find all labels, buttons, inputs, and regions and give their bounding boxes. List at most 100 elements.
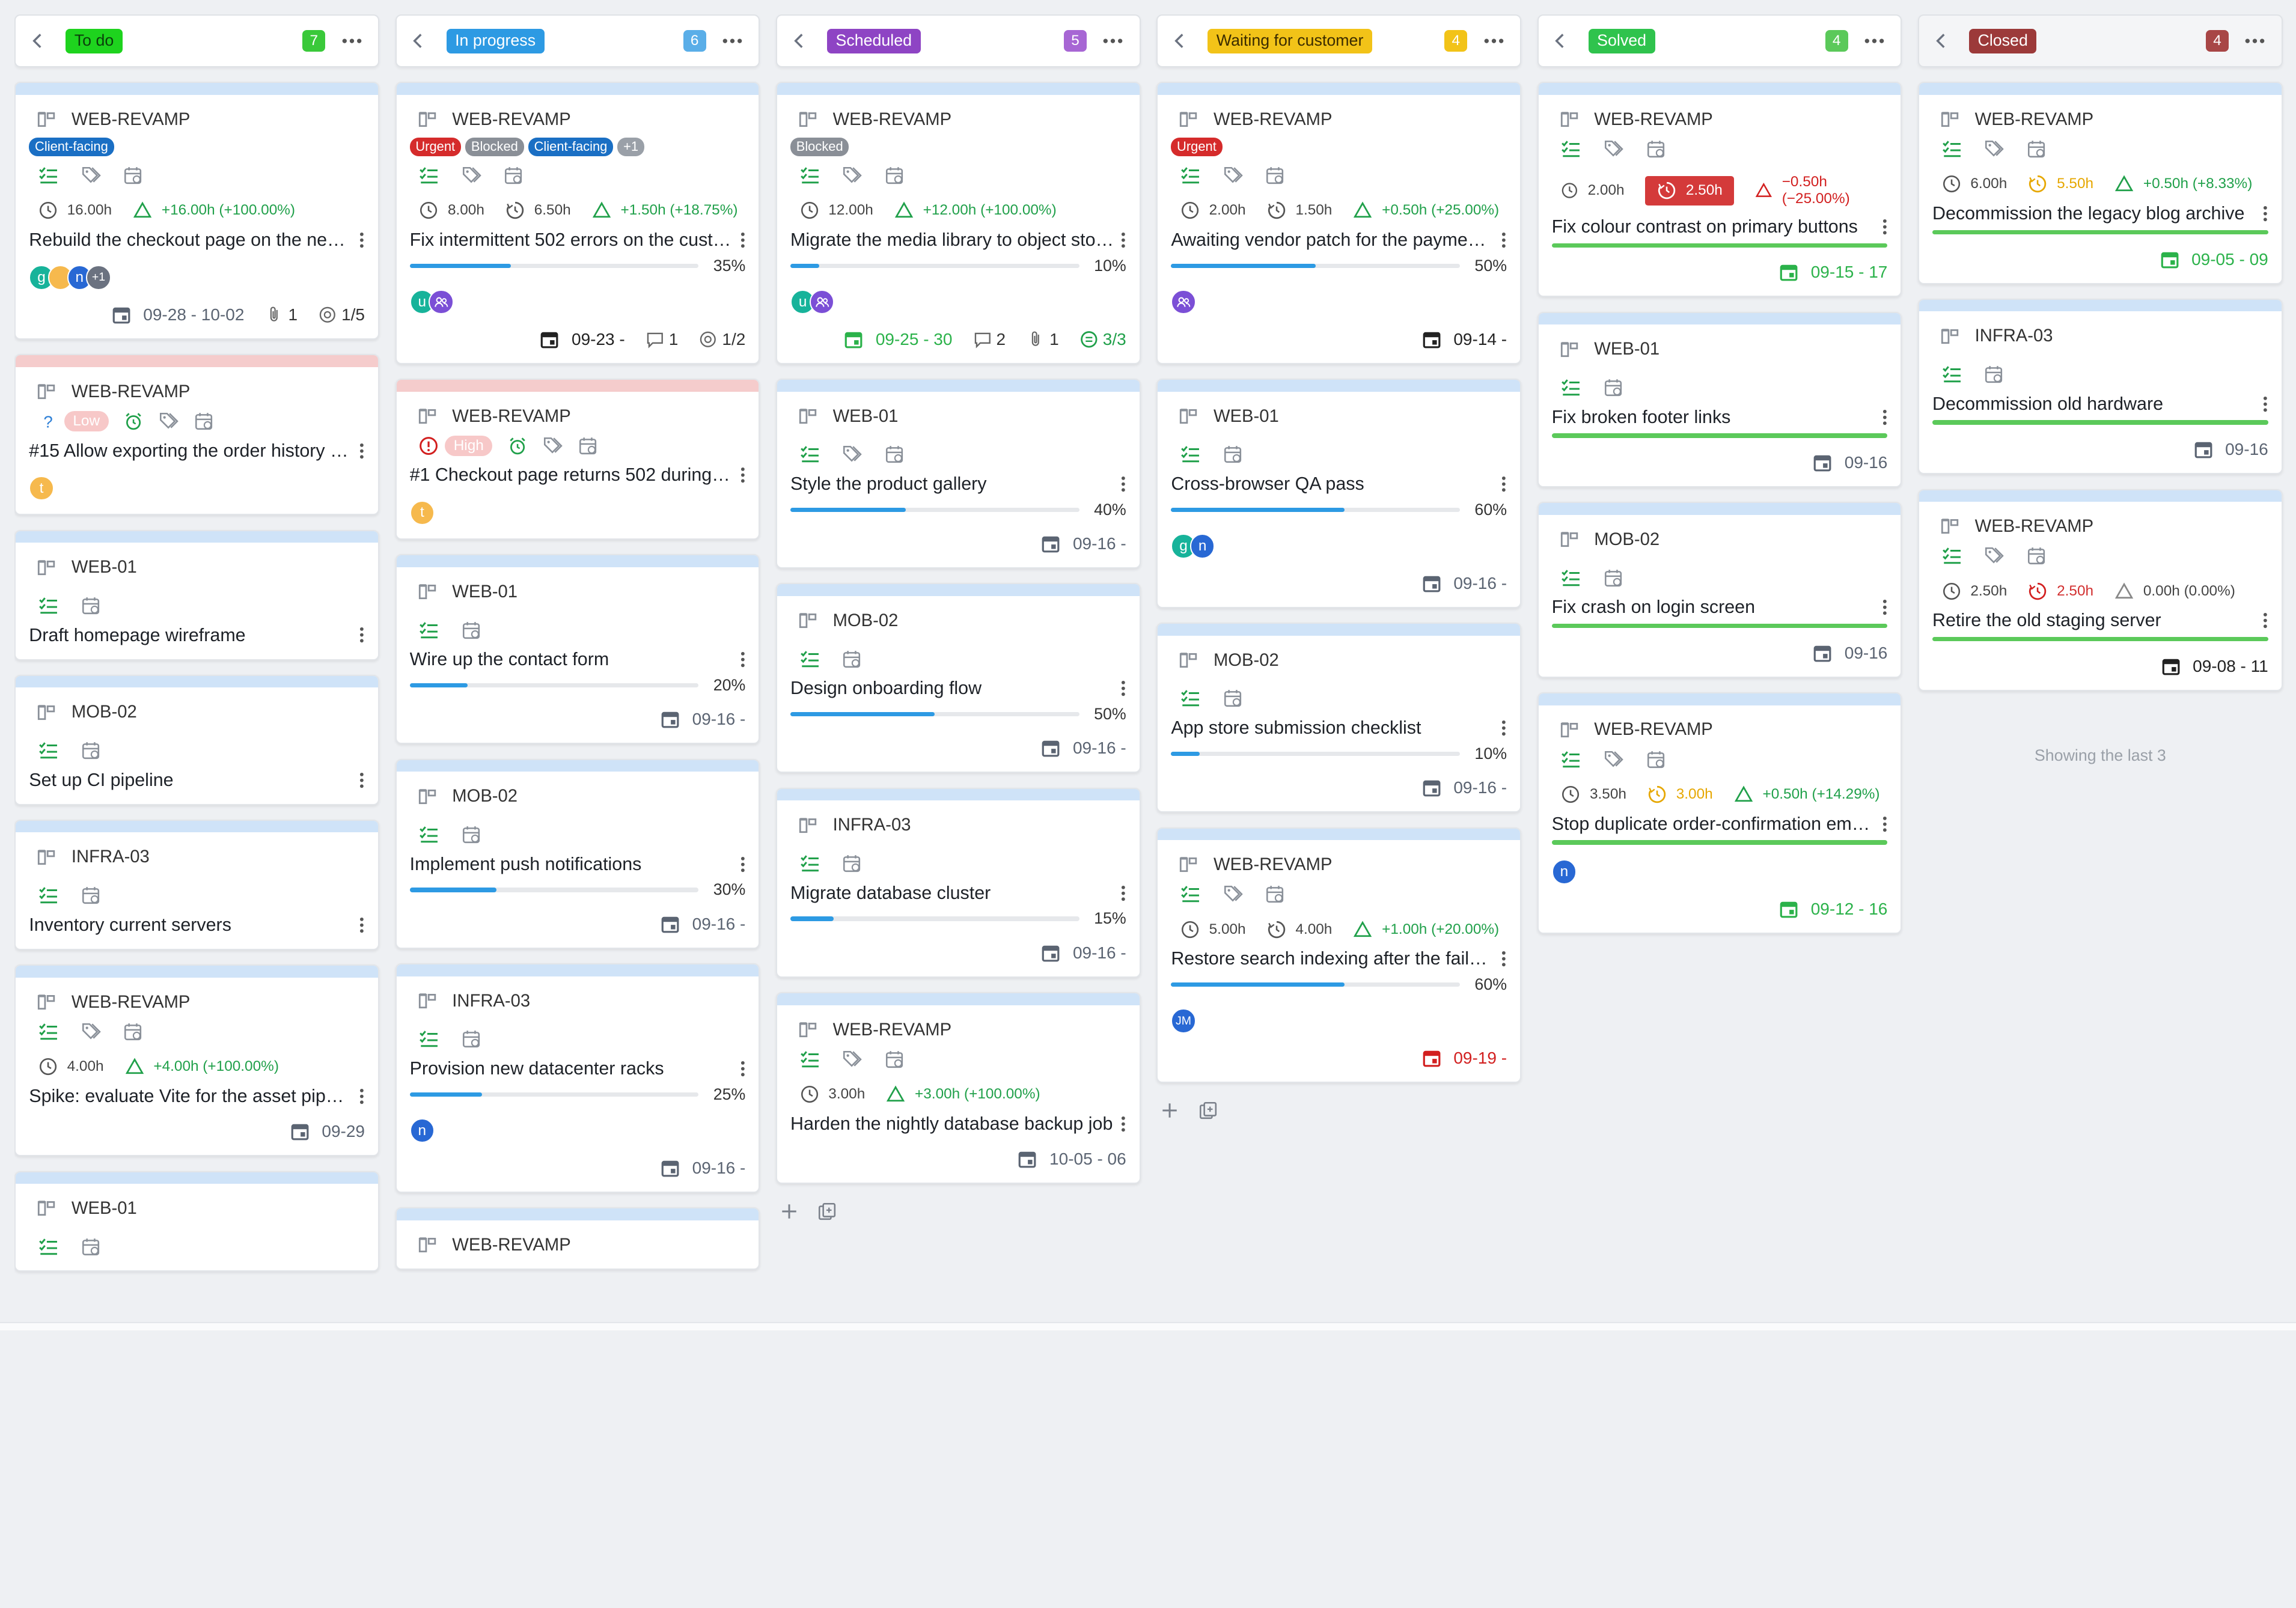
card-menu-icon[interactable] <box>1120 475 1126 493</box>
avatar[interactable]: JM <box>1171 1008 1196 1034</box>
tags-icon[interactable] <box>81 1022 101 1042</box>
tags-icon[interactable] <box>1223 884 1243 904</box>
card-title[interactable]: Rebuild the checkout page on the new des… <box>29 230 353 251</box>
checklist-icon[interactable] <box>1560 568 1581 588</box>
avatar[interactable] <box>809 290 835 315</box>
card-title[interactable]: Cross-browser QA pass <box>1171 474 1495 495</box>
avatar[interactable] <box>1171 290 1196 315</box>
schedule-icon[interactable] <box>1265 884 1285 904</box>
schedule-icon[interactable] <box>123 165 143 186</box>
column-menu-icon[interactable] <box>340 34 364 48</box>
card-title[interactable]: Draft homepage wireframe <box>29 625 353 646</box>
tags-icon[interactable] <box>158 411 179 431</box>
task-card[interactable]: WEB-REVAMP Client-facing 16.00h +16.00h (+1… <box>14 82 379 340</box>
card-title[interactable]: Provision new datacenter racks <box>410 1058 734 1079</box>
card-menu-icon[interactable] <box>1882 598 1888 616</box>
card-menu-icon[interactable] <box>1120 885 1126 902</box>
card-menu-icon[interactable] <box>740 466 746 484</box>
checklist-icon[interactable] <box>799 1049 820 1070</box>
card-menu-icon[interactable] <box>1120 680 1126 697</box>
checklist-icon[interactable] <box>1560 377 1581 398</box>
checklist-icon[interactable] <box>38 1022 58 1042</box>
card-title[interactable]: Implement push notifications <box>410 854 734 875</box>
task-card[interactable]: WEB-REVAMP 3.00h +3.00h (+100.00%) Harden t… <box>776 992 1141 1184</box>
card-menu-icon[interactable] <box>359 916 365 934</box>
schedule-icon[interactable] <box>1603 377 1623 398</box>
card-menu-icon[interactable] <box>1882 409 1888 426</box>
card-title[interactable]: Wire up the contact form <box>410 649 734 670</box>
schedule-icon[interactable] <box>1223 688 1243 708</box>
task-card[interactable]: WEB-REVAMP 2.00h 2.50h −0.50h (−25.00%) Fix … <box>1537 82 1902 297</box>
card-menu-icon[interactable] <box>2262 395 2268 413</box>
card-title[interactable]: Fix intermittent 502 errors on the custo… <box>410 230 734 251</box>
card-title[interactable]: Migrate database cluster <box>790 883 1114 904</box>
checklist-icon[interactable] <box>1560 139 1581 159</box>
collapse-chevron-icon[interactable] <box>1931 31 1952 51</box>
task-card[interactable]: WEB-REVAMP Urgent 2.00h 1.50h +0.50h (+25.00… <box>1156 82 1521 364</box>
tags-icon[interactable] <box>841 444 862 464</box>
column-menu-icon[interactable] <box>1863 34 1886 48</box>
checklist-icon[interactable] <box>1941 364 1962 385</box>
schedule-icon[interactable] <box>461 824 481 845</box>
checklist-icon[interactable] <box>1180 688 1200 708</box>
card-menu-icon[interactable] <box>740 651 746 668</box>
task-card[interactable]: WEB-01 <box>14 1171 379 1271</box>
task-card[interactable]: WEB-REVAMP High #1 Checkout page returns 5… <box>395 379 760 540</box>
card-title[interactable]: Decommission old hardware <box>1932 394 2256 415</box>
card-menu-icon[interactable] <box>1882 218 1888 236</box>
comments-count[interactable]: 2 <box>973 330 1006 349</box>
task-card[interactable]: MOB-02 Set up CI pipeline <box>14 674 379 805</box>
checklist-icon[interactable] <box>1941 546 1962 566</box>
schedule-icon[interactable] <box>578 436 598 456</box>
card-title[interactable]: Retire the old staging server <box>1932 610 2256 631</box>
attachments-count[interactable]: 1 <box>264 305 298 324</box>
tags-icon[interactable] <box>1223 165 1243 186</box>
card-title[interactable]: Fix broken footer links <box>1552 407 1876 428</box>
card-title[interactable]: Fix colour contrast on primary buttons <box>1552 216 1876 237</box>
column-menu-icon[interactable] <box>2243 34 2267 48</box>
checklist-icon[interactable] <box>1941 139 1962 159</box>
checklist-icon[interactable] <box>38 165 58 186</box>
tags-icon[interactable] <box>1603 139 1623 159</box>
task-card[interactable]: WEB-01 Draft homepage wireframe <box>14 529 379 660</box>
checklist-icon[interactable] <box>418 1029 439 1049</box>
card-title[interactable]: Style the product gallery <box>790 474 1114 495</box>
schedule-icon[interactable] <box>1983 364 2004 385</box>
schedule-icon[interactable] <box>81 1237 101 1257</box>
column-menu-icon[interactable] <box>1482 34 1506 48</box>
tags-icon[interactable] <box>461 165 481 186</box>
task-card[interactable]: INFRA-03 Decommission old hardware 09-16 <box>1918 298 2283 475</box>
card-menu-icon[interactable] <box>1501 719 1507 737</box>
card-menu-icon[interactable] <box>2262 205 2268 222</box>
schedule-icon[interactable] <box>2026 139 2047 159</box>
checklist-icon[interactable] <box>418 620 439 641</box>
schedule-icon[interactable] <box>1603 568 1623 588</box>
card-menu-icon[interactable] <box>359 772 365 789</box>
schedule-icon[interactable] <box>461 1029 481 1049</box>
card-menu-icon[interactable] <box>359 442 365 460</box>
tags-icon[interactable] <box>841 165 862 186</box>
card-menu-icon[interactable] <box>359 231 365 249</box>
task-card[interactable]: WEB-REVAMP 6.00h 5.50h +0.50h (+8.33%) Decom… <box>1918 82 2283 284</box>
add-from-template-icon[interactable] <box>1198 1100 1218 1121</box>
column-menu-icon[interactable] <box>1101 34 1125 48</box>
column-menu-icon[interactable] <box>721 34 744 48</box>
tags-icon[interactable] <box>1983 546 2004 566</box>
add-from-template-icon[interactable] <box>817 1201 837 1222</box>
card-title[interactable]: Migrate the media library to object stor… <box>790 230 1114 251</box>
task-card[interactable]: INFRA-03 Migrate database cluster 15% 09-16… <box>776 787 1141 978</box>
alarm-icon[interactable] <box>507 436 528 456</box>
task-card[interactable]: WEB-REVAMP Blocked 12.00h +12.00h (+100.00%… <box>776 82 1141 364</box>
checklist-icon[interactable] <box>418 165 439 186</box>
task-card[interactable]: WEB-01 Wire up the contact form 20% 09-16 - <box>395 554 760 745</box>
collapse-chevron-icon[interactable] <box>408 31 429 51</box>
schedule-icon[interactable] <box>81 740 101 761</box>
card-menu-icon[interactable] <box>1501 950 1507 967</box>
attachments-count[interactable]: 1 <box>1026 330 1059 349</box>
checklist-icon[interactable] <box>1560 749 1581 770</box>
avatar[interactable]: t <box>29 476 54 501</box>
card-menu-icon[interactable] <box>359 1088 365 1105</box>
schedule-icon[interactable] <box>884 1049 905 1070</box>
task-card[interactable]: INFRA-03 Provision new datacenter racks 25… <box>395 963 760 1193</box>
schedule-icon[interactable] <box>1265 165 1285 186</box>
